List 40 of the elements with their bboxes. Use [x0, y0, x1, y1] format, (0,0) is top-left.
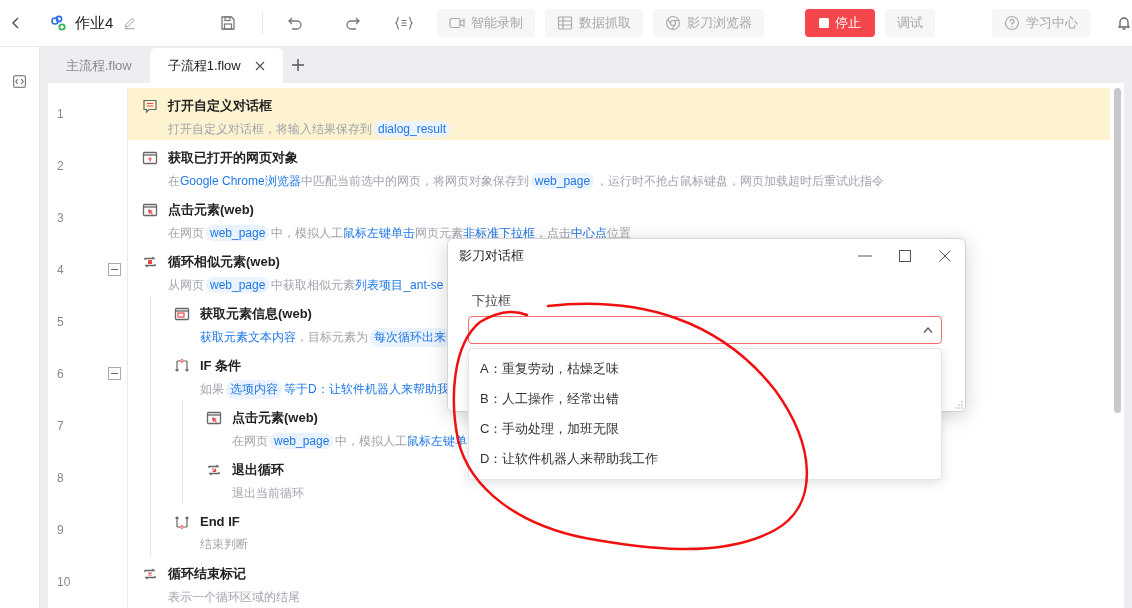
description-text: 从网页	[168, 276, 204, 294]
step-title: End IF	[200, 514, 240, 529]
field-label: 下拉框	[472, 292, 511, 310]
step-title: 循环结束标记	[168, 565, 246, 583]
dialog-title: 影刀对话框	[459, 247, 525, 265]
description-text: 中，模拟人工	[271, 224, 344, 242]
description-text: 在	[168, 172, 180, 190]
description-text: ，运行时不抢占鼠标键盘，网页加载超时后重试此指令	[596, 172, 885, 190]
description-text: 表示一个循环区域的结尾	[168, 588, 300, 606]
description-text: 结束判断	[200, 535, 248, 553]
line-number: 2	[57, 159, 64, 173]
line-number: 8	[57, 471, 64, 485]
line-number: 5	[57, 315, 64, 329]
description-text: 网页元素	[415, 224, 464, 242]
line-number: 4	[57, 263, 64, 277]
description-text: 如果	[200, 380, 224, 398]
description-text: 中，模拟人工	[335, 432, 408, 450]
description-text: 退出当前循环	[232, 484, 304, 502]
description-text: 中匹配当前选中的网页，将网页对象保存到	[300, 172, 529, 190]
line-number: 1	[57, 107, 64, 121]
step-title: 获取已打开的网页对象	[168, 149, 298, 167]
line-number: 7	[57, 419, 64, 433]
line-number: 9	[57, 523, 64, 537]
step-title: 点击元素(web)	[168, 201, 254, 219]
project-name: 作业4	[75, 13, 114, 33]
step-title: IF 条件	[200, 357, 242, 375]
description-text: 位置	[607, 224, 632, 242]
description-text: 在网页	[232, 432, 268, 450]
line-number: 6	[57, 367, 64, 381]
step-title: 循环相似元素(web)	[168, 253, 280, 271]
description-text: 打开自定义对话框，将输入结果保存到	[168, 120, 372, 138]
description-text: 在网页	[168, 224, 204, 242]
step-title: 打开自定义对话框	[168, 97, 272, 115]
step-title: 点击元素(web)	[232, 409, 318, 427]
line-number: 10	[57, 575, 71, 589]
step-title: 退出循环	[232, 461, 284, 479]
line-number: 3	[57, 211, 64, 225]
description-text: ，目标元素为	[296, 328, 368, 346]
description-text: 中获取相似元素	[271, 276, 356, 294]
step-title: 获取元素信息(web)	[200, 305, 312, 323]
